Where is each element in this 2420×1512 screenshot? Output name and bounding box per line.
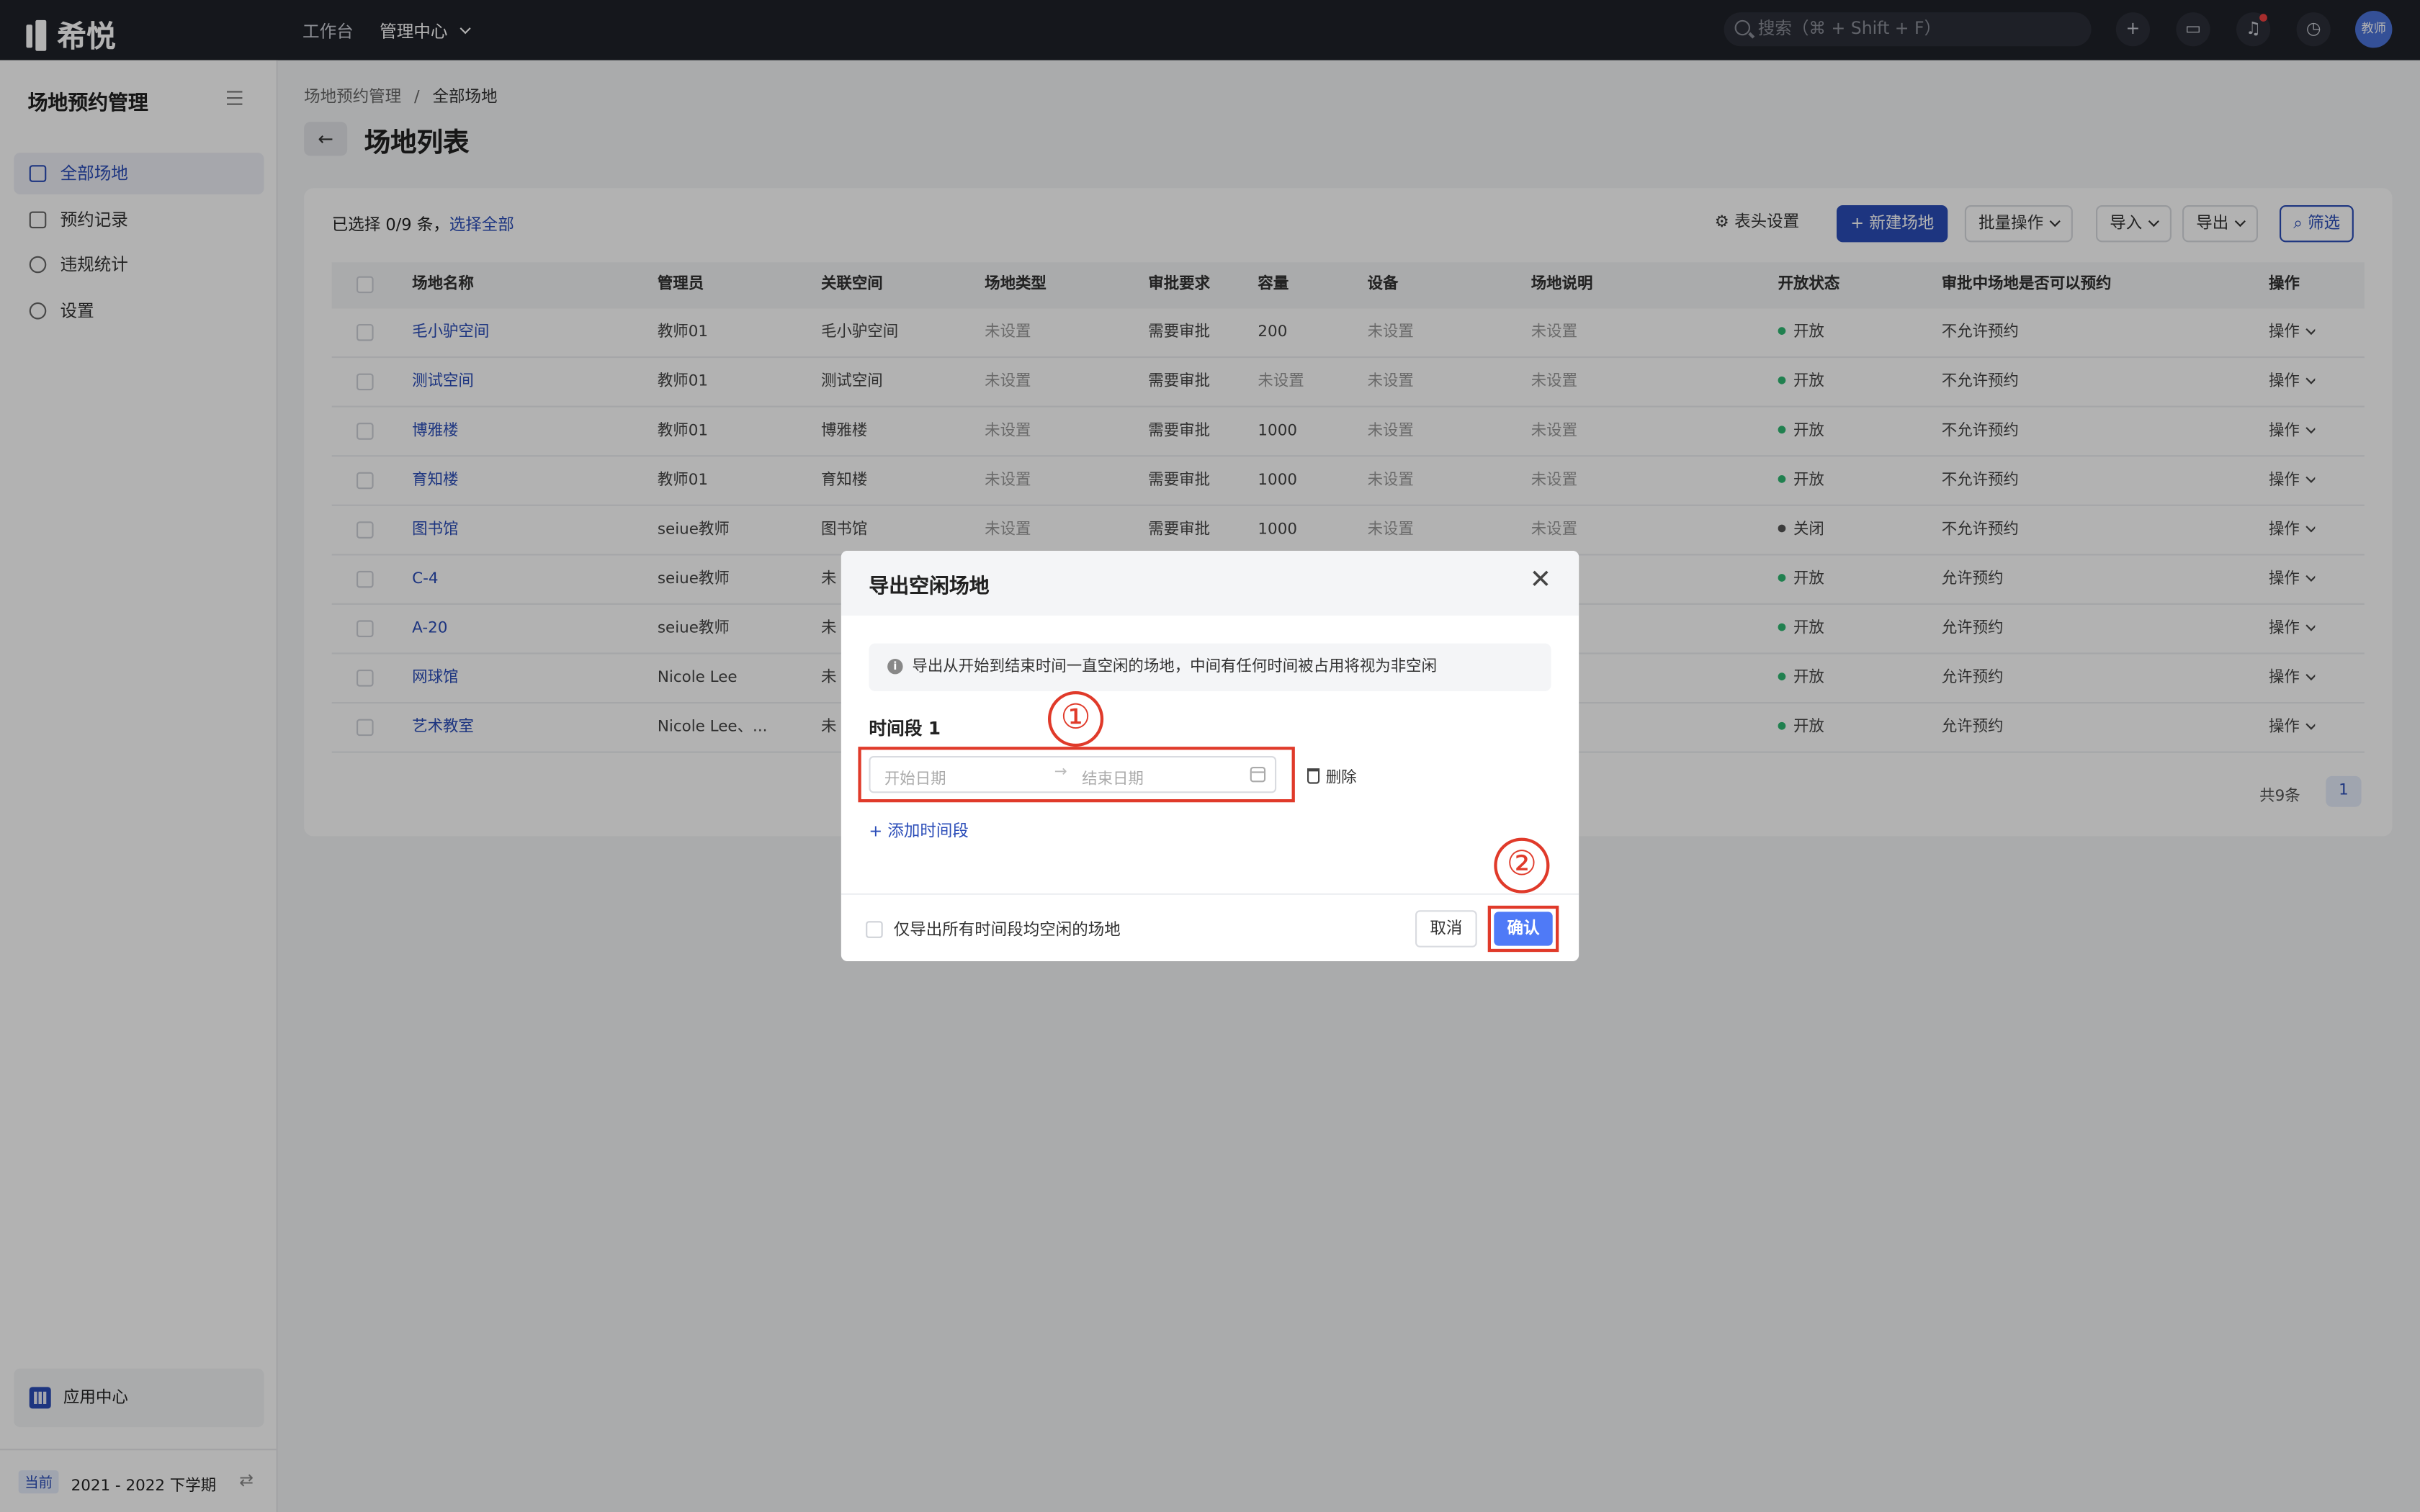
segment-label: 时间段 1 xyxy=(869,717,941,739)
annotation-1: ① xyxy=(1048,691,1104,747)
calendar-icon xyxy=(1250,767,1266,783)
annotation-2: ② xyxy=(1494,837,1550,894)
only-all-idle-checkbox[interactable] xyxy=(866,921,883,938)
end-date-input[interactable]: 结束日期 xyxy=(1082,765,1144,788)
info-banner: i 导出从开始到结束时间一直空闲的场地，中间有任何时间被占用将视为非空闲 xyxy=(869,643,1551,691)
export-idle-venues-modal: 导出空闲场地 ✕ i 导出从开始到结束时间一直空闲的场地，中间有任何时间被占用将… xyxy=(841,551,1579,961)
trash-icon xyxy=(1307,768,1320,784)
modal-footer: 仅导出所有时间段均空闲的场地 取消 确认 xyxy=(841,893,1579,961)
cancel-button[interactable]: 取消 xyxy=(1415,910,1477,948)
add-segment-button[interactable]: + 添加时间段 xyxy=(869,819,969,842)
delete-segment-button[interactable]: 删除 xyxy=(1307,764,1357,787)
close-icon[interactable]: ✕ xyxy=(1530,564,1552,595)
only-all-idle-label[interactable]: 仅导出所有时间段均空闲的场地 xyxy=(894,918,1121,941)
modal-header: 导出空闲场地 ✕ xyxy=(841,551,1579,616)
confirm-button[interactable]: 确认 xyxy=(1494,912,1553,946)
arrow-right-icon: → xyxy=(1054,763,1067,781)
info-text: 导出从开始到结束时间一直空闲的场地，中间有任何时间被占用将视为非空闲 xyxy=(912,659,1437,676)
date-range-picker[interactable]: 开始日期 → 结束日期 xyxy=(869,756,1277,793)
start-date-input[interactable]: 开始日期 xyxy=(884,765,946,788)
delete-label: 删除 xyxy=(1325,770,1357,787)
modal-title: 导出空闲场地 xyxy=(869,575,990,599)
info-icon: i xyxy=(887,659,903,675)
